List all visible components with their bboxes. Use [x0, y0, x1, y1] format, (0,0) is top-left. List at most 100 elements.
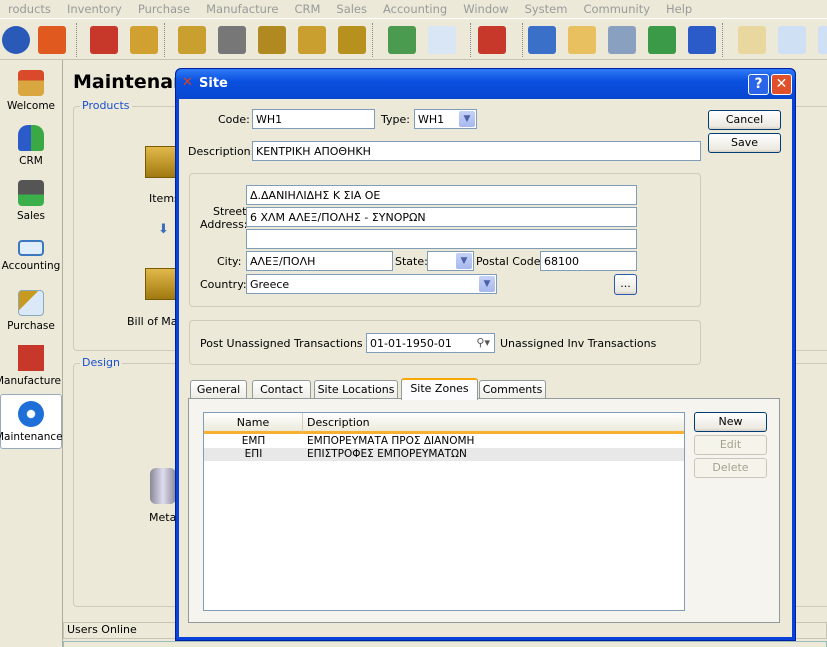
document-refresh-icon[interactable]	[388, 26, 416, 54]
document-check-icon[interactable]	[778, 26, 806, 54]
status-bar	[63, 641, 827, 647]
globe-icon[interactable]	[2, 26, 30, 54]
xtuple-clock-icon[interactable]	[38, 26, 66, 54]
sidebar-item-accounting[interactable]: Accounting	[0, 229, 62, 284]
toolbar-separator	[372, 23, 373, 57]
menu-sales[interactable]: Sales	[324, 2, 375, 18]
items-icon[interactable]	[145, 146, 177, 178]
dialog-title-bar: ✕ Site ? ✕	[176, 69, 795, 99]
country-label: Country:	[200, 278, 247, 291]
menu-help[interactable]: Help	[654, 2, 700, 18]
users-icon[interactable]	[688, 26, 716, 54]
clipboard-icon[interactable]	[568, 26, 596, 54]
menu-inventory[interactable]: Inventory	[55, 2, 130, 18]
metadata-icon[interactable]	[150, 468, 176, 504]
menu-crm[interactable]: CRM	[282, 2, 328, 18]
street-line-3-input[interactable]	[246, 229, 637, 249]
sidebar-item-sales[interactable]: Sales	[0, 174, 62, 229]
spreadsheet-icon[interactable]	[608, 26, 636, 54]
menu-community[interactable]: Community	[571, 2, 658, 18]
postal-code-label: Postal Code:	[476, 255, 545, 268]
document-icon[interactable]	[428, 26, 456, 54]
code-input[interactable]: WH1	[252, 109, 375, 129]
menu-system[interactable]: System	[513, 2, 576, 18]
new-button[interactable]: New	[694, 412, 767, 432]
search-items-icon[interactable]	[258, 26, 286, 54]
zone-name: ΕΠΙ	[244, 448, 263, 460]
tab-general[interactable]: General	[190, 380, 247, 399]
menu-window[interactable]: Window	[451, 2, 516, 18]
column-header-description[interactable]: Description	[303, 413, 684, 434]
edit-button[interactable]: Edit	[694, 435, 767, 455]
zone-description: ΕΜΠΟΡΕΥΜΑΤΑ ΠΡΟΣ ΔΙΑΝΟΜΗ	[307, 435, 475, 447]
tab-bar: General Contact Site Locations Site Zone…	[179, 378, 792, 400]
street-label: Street	[213, 205, 247, 218]
factory-clock-icon[interactable]	[478, 26, 506, 54]
site-zones-table[interactable]: Name Description ΕΜΠ ΕΜΠΟΡΕΥΜΑΤΑ ΠΡΟΣ ΔΙ…	[203, 412, 685, 611]
item-list-icon[interactable]	[130, 26, 158, 54]
street-line-1-input[interactable]: Δ.ΔΑΝΙΗΛΙΔΗΣ Κ ΣΙΑ ΟΕ	[246, 185, 637, 205]
inventory-icon[interactable]	[298, 26, 326, 54]
account-value: 01-01-1950-01	[370, 337, 452, 350]
postal-code-input[interactable]: 68100	[540, 251, 637, 271]
user-chat-icon[interactable]	[528, 26, 556, 54]
toolbar	[0, 18, 827, 60]
country-value: Greece	[250, 278, 290, 291]
state-label: State:	[395, 255, 428, 268]
checked-document-icon[interactable]	[178, 26, 206, 54]
toolbar-separator	[522, 23, 523, 57]
chevron-down-icon: ▼	[479, 276, 495, 292]
clipboard-list-icon[interactable]	[738, 26, 766, 54]
description-input[interactable]: ΚΕΝΤΡΙΚΗ ΑΠΟΘΗΚΗ	[252, 141, 701, 161]
menu-accounting[interactable]: Accounting	[371, 2, 455, 18]
tab-site-locations[interactable]: Site Locations	[314, 380, 398, 399]
city-input[interactable]: ΑΛΕΞ/ΠΟΛΗ	[246, 251, 393, 271]
search-icon[interactable]: ⚲▾	[476, 336, 490, 349]
account-input[interactable]: 01-01-1950-01 ⚲▾	[366, 333, 495, 353]
close-button[interactable]: ✕	[771, 74, 792, 95]
sidebar-item-maintenance[interactable]: Maintenance	[0, 394, 63, 449]
sidebar-item-crm[interactable]: CRM	[0, 119, 62, 174]
tab-contact[interactable]: Contact	[252, 380, 311, 399]
sidebar-item-label: Welcome	[6, 100, 56, 112]
cancel-button[interactable]: Cancel	[708, 110, 781, 130]
menu-bar: roducts Inventory Purchase Manufacture C…	[0, 0, 827, 18]
sidebar-item-welcome[interactable]: Welcome	[0, 64, 62, 119]
document-icon[interactable]	[818, 26, 827, 54]
street-line-2-input[interactable]: 6 ΧΛΜ ΑΛΕΞ/ΠΟΛΗΣ - ΣΥΝΟΡΩΝ	[246, 207, 637, 227]
tab-site-zones[interactable]: Site Zones	[401, 378, 478, 400]
zone-name: ΕΜΠ	[241, 435, 266, 447]
users-group-icon[interactable]	[648, 26, 676, 54]
address-label: Address:	[200, 218, 248, 231]
save-button[interactable]: Save	[708, 133, 781, 153]
menu-products[interactable]: roducts	[0, 2, 59, 18]
metadata-label[interactable]: Meta	[149, 511, 176, 524]
users-icon	[18, 125, 44, 151]
type-value: WH1	[418, 113, 445, 126]
table-row[interactable]: ΕΠΙ ΕΠΙΣΤΡΟΦΕΣ ΕΜΠΟΡΕΥΜΑΤΩΝ	[204, 448, 684, 461]
toolbar-separator	[164, 23, 165, 57]
items-icon[interactable]	[90, 26, 118, 54]
design-group-label: Design	[80, 356, 122, 369]
type-select[interactable]: WH1 ▼	[414, 109, 477, 129]
menu-manufacture[interactable]: Manufacture	[194, 2, 286, 18]
menu-purchase[interactable]: Purchase	[126, 2, 198, 18]
sidebar-item-purchase[interactable]: Purchase	[0, 284, 62, 339]
factory-icon	[18, 345, 44, 371]
arrow-down-icon: ⬇	[158, 222, 169, 237]
chevron-down-icon: ▼	[456, 253, 472, 269]
address-more-button[interactable]: ...	[614, 274, 637, 295]
shipping-icon[interactable]	[218, 26, 246, 54]
sidebar-item-manufacture[interactable]: Manufacture	[0, 339, 62, 394]
bill-of-materials-label[interactable]: Bill of Mat	[127, 315, 182, 328]
country-select[interactable]: Greece ▼	[246, 274, 497, 294]
tab-comments[interactable]: Comments	[479, 380, 546, 399]
bill-of-materials-icon[interactable]	[145, 268, 177, 300]
delete-button[interactable]: Delete	[694, 458, 767, 478]
state-select[interactable]: ▼	[427, 251, 474, 271]
table-row[interactable]: ΕΜΠ ΕΜΠΟΡΕΥΜΑΤΑ ΠΡΟΣ ΔΙΑΝΟΜΗ	[204, 435, 684, 448]
toolbar-separator	[722, 23, 723, 57]
item-lookup-icon[interactable]	[338, 26, 366, 54]
help-button[interactable]: ?	[748, 74, 769, 95]
column-header-name[interactable]: Name	[204, 413, 303, 434]
